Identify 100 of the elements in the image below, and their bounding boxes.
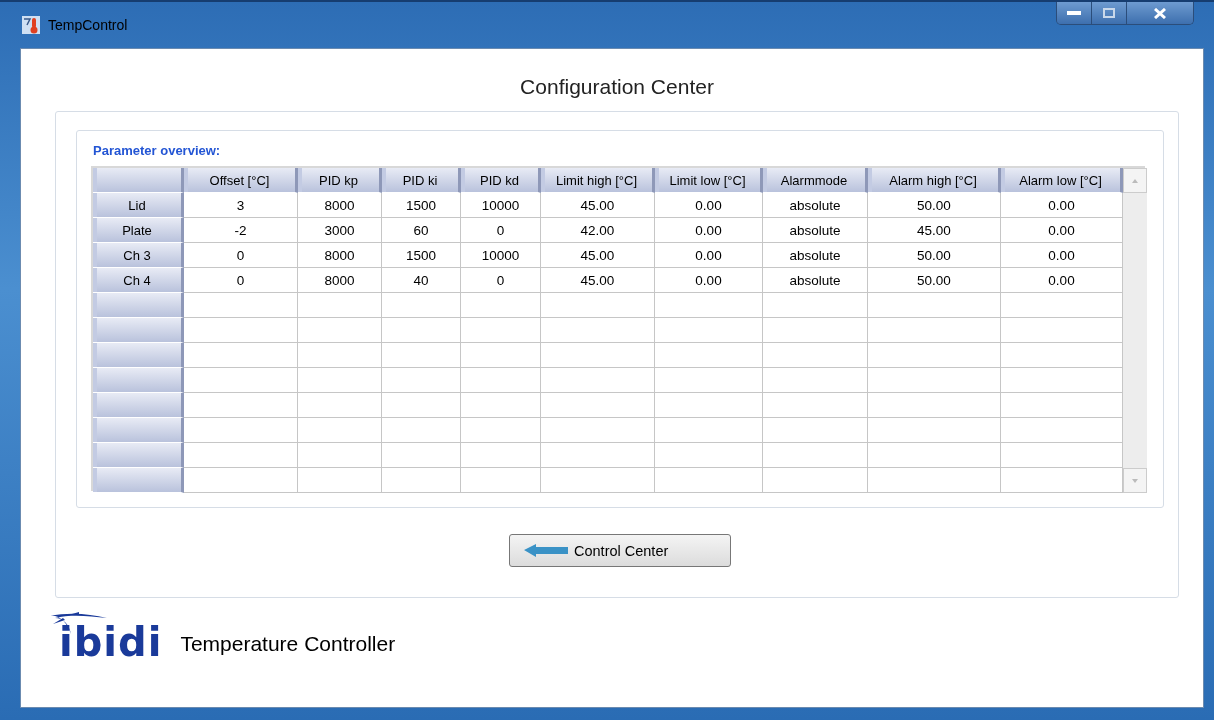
empty-cell[interactable]	[1001, 318, 1123, 343]
empty-cell[interactable]	[763, 368, 868, 393]
column-header[interactable]: PID kp	[298, 168, 382, 193]
table-cell[interactable]: 45.00	[541, 268, 655, 293]
table-cell[interactable]: 50.00	[868, 193, 1001, 218]
empty-cell[interactable]	[763, 293, 868, 318]
empty-cell[interactable]	[1001, 368, 1123, 393]
table-cell[interactable]: 42.00	[541, 218, 655, 243]
empty-cell[interactable]	[541, 318, 655, 343]
empty-cell[interactable]	[461, 418, 541, 443]
table-cell[interactable]: 0	[184, 243, 298, 268]
column-header[interactable]: Limit low [°C]	[655, 168, 763, 193]
table-cell[interactable]: 10000	[461, 243, 541, 268]
empty-cell[interactable]	[868, 393, 1001, 418]
empty-cell[interactable]	[461, 293, 541, 318]
empty-cell[interactable]	[298, 468, 382, 493]
column-header[interactable]: Alarmmode	[763, 168, 868, 193]
row-header[interactable]	[93, 443, 184, 468]
empty-cell[interactable]	[541, 418, 655, 443]
empty-cell[interactable]	[868, 443, 1001, 468]
table-cell[interactable]: 50.00	[868, 243, 1001, 268]
row-header[interactable]: Ch 3	[93, 243, 184, 268]
table-cell[interactable]: 3	[184, 193, 298, 218]
minimize-button[interactable]	[1057, 2, 1092, 24]
table-cell[interactable]: 1500	[382, 193, 461, 218]
empty-cell[interactable]	[868, 418, 1001, 443]
row-header[interactable]: Plate	[93, 218, 184, 243]
empty-cell[interactable]	[541, 293, 655, 318]
table-cell[interactable]: 0.00	[655, 243, 763, 268]
table-cell[interactable]: 60	[382, 218, 461, 243]
empty-cell[interactable]	[868, 318, 1001, 343]
empty-cell[interactable]	[461, 343, 541, 368]
table-cell[interactable]: 8000	[298, 193, 382, 218]
empty-cell[interactable]	[461, 393, 541, 418]
empty-cell[interactable]	[1001, 418, 1123, 443]
empty-cell[interactable]	[655, 343, 763, 368]
table-cell[interactable]: 10000	[461, 193, 541, 218]
table-cell[interactable]: 0.00	[1001, 268, 1123, 293]
table-cell[interactable]: 0.00	[655, 268, 763, 293]
empty-cell[interactable]	[763, 318, 868, 343]
empty-cell[interactable]	[382, 368, 461, 393]
empty-cell[interactable]	[868, 368, 1001, 393]
table-cell[interactable]: -2	[184, 218, 298, 243]
table-cell[interactable]: absolute	[763, 243, 868, 268]
empty-cell[interactable]	[1001, 343, 1123, 368]
table-cell[interactable]: absolute	[763, 218, 868, 243]
column-header[interactable]: PID ki	[382, 168, 461, 193]
table-cell[interactable]: 0	[461, 268, 541, 293]
empty-cell[interactable]	[298, 343, 382, 368]
row-header[interactable]	[93, 368, 184, 393]
empty-cell[interactable]	[541, 343, 655, 368]
empty-cell[interactable]	[868, 468, 1001, 493]
empty-cell[interactable]	[298, 293, 382, 318]
empty-cell[interactable]	[655, 393, 763, 418]
table-cell[interactable]: 40	[382, 268, 461, 293]
column-header[interactable]: Limit high [°C]	[541, 168, 655, 193]
empty-cell[interactable]	[763, 343, 868, 368]
row-header[interactable]	[93, 393, 184, 418]
row-header[interactable]	[93, 293, 184, 318]
table-cell[interactable]: 0.00	[1001, 243, 1123, 268]
table-cell[interactable]: 0.00	[655, 193, 763, 218]
table-cell[interactable]: 0	[184, 268, 298, 293]
empty-cell[interactable]	[655, 318, 763, 343]
empty-cell[interactable]	[461, 443, 541, 468]
control-center-button[interactable]: Control Center	[509, 534, 731, 567]
row-header[interactable]: Ch 4	[93, 268, 184, 293]
empty-cell[interactable]	[382, 468, 461, 493]
empty-cell[interactable]	[541, 443, 655, 468]
empty-cell[interactable]	[382, 318, 461, 343]
scroll-up-button[interactable]	[1123, 168, 1147, 193]
table-cell[interactable]: 8000	[298, 243, 382, 268]
empty-cell[interactable]	[1001, 393, 1123, 418]
empty-cell[interactable]	[763, 418, 868, 443]
empty-cell[interactable]	[763, 443, 868, 468]
empty-cell[interactable]	[298, 443, 382, 468]
empty-cell[interactable]	[382, 393, 461, 418]
row-header[interactable]	[93, 343, 184, 368]
empty-cell[interactable]	[461, 318, 541, 343]
table-cell[interactable]: 50.00	[868, 268, 1001, 293]
column-header[interactable]: Alarm high [°C]	[868, 168, 1001, 193]
column-header[interactable]: PID kd	[461, 168, 541, 193]
empty-cell[interactable]	[655, 418, 763, 443]
table-cell[interactable]: 45.00	[541, 193, 655, 218]
table-cell[interactable]: 45.00	[868, 218, 1001, 243]
table-cell[interactable]: 0.00	[655, 218, 763, 243]
empty-cell[interactable]	[541, 368, 655, 393]
empty-cell[interactable]	[763, 393, 868, 418]
close-button[interactable]	[1127, 2, 1193, 24]
column-header[interactable]: Offset [°C]	[184, 168, 298, 193]
empty-cell[interactable]	[382, 418, 461, 443]
empty-cell[interactable]	[1001, 293, 1123, 318]
empty-cell[interactable]	[763, 468, 868, 493]
empty-cell[interactable]	[655, 368, 763, 393]
table-cell[interactable]: 0.00	[1001, 218, 1123, 243]
empty-cell[interactable]	[655, 293, 763, 318]
empty-cell[interactable]	[298, 318, 382, 343]
empty-cell[interactable]	[298, 368, 382, 393]
table-cell[interactable]: 1500	[382, 243, 461, 268]
row-header[interactable]	[93, 318, 184, 343]
column-header[interactable]: Alarm low [°C]	[1001, 168, 1123, 193]
